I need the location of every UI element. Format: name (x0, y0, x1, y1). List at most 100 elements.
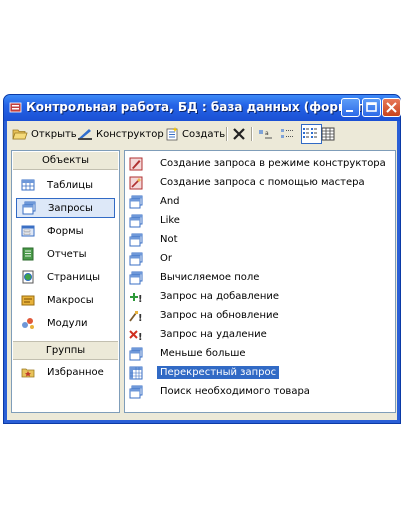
wizard-design-icon (129, 157, 143, 170)
details-view-icon (321, 127, 335, 141)
list-item-label: Создание запроса в режиме конструктора (160, 158, 386, 169)
page-icon (22, 270, 34, 284)
list-item-label: Запрос на удаление (160, 329, 267, 340)
window-client: Открыть Конструктор Создать a Объекты Та… (7, 121, 397, 420)
designer-button[interactable]: Конструктор (77, 125, 164, 143)
query-icon (129, 271, 143, 284)
list-item[interactable]: Создание запроса в режиме конструктора (129, 155, 389, 172)
update-query-icon: ! (129, 310, 143, 323)
list-item[interactable]: And (129, 193, 183, 210)
title-bar[interactable]: Контрольная работа, БД : база данных (фо… (4, 95, 401, 121)
toolbar: Открыть Конструктор Создать a (7, 121, 397, 147)
maximize-button[interactable] (362, 98, 381, 117)
object-label: Таблицы (47, 179, 93, 191)
svg-text:!: ! (138, 294, 143, 304)
database-window: Контрольная работа, БД : база данных (фо… (3, 94, 401, 424)
window-title: Контрольная работа, БД : база данных (фо… (26, 100, 381, 114)
small-icons-icon (281, 129, 293, 138)
module-icon (22, 318, 34, 329)
object-pages[interactable]: Страницы (16, 267, 115, 287)
list-item[interactable]: Поиск необходимого товара (129, 383, 313, 400)
toolbar-separator (251, 127, 253, 141)
list-item-label: Поиск необходимого товара (160, 386, 310, 397)
list-item[interactable]: ! Запрос на удаление (129, 326, 270, 343)
toolbar-separator (226, 127, 228, 141)
create-button[interactable]: Создать (165, 125, 225, 143)
object-label: Макросы (47, 294, 94, 306)
new-object-icon (166, 127, 178, 141)
query-icon (129, 347, 143, 360)
delete-button[interactable] (232, 125, 249, 143)
close-button[interactable] (382, 98, 401, 117)
small-icons-button[interactable] (279, 125, 298, 143)
minimize-icon (346, 110, 353, 112)
list-item-label: Меньше больше (160, 348, 246, 359)
query-icon (129, 214, 143, 227)
group-favorites[interactable]: Избранное (16, 362, 115, 382)
object-label: Модули (47, 317, 88, 329)
query-icon (129, 195, 143, 208)
list-item[interactable]: Not (129, 231, 181, 248)
list-item-label: Like (160, 215, 180, 226)
list-item-label: Not (160, 234, 178, 245)
object-bar: Объекты Таблицы Запросы Формы Отчеты Стр… (11, 150, 120, 413)
crosstab-query-icon (129, 366, 143, 379)
objects-header[interactable]: Объекты (13, 152, 118, 170)
large-icons-button[interactable]: a (257, 125, 276, 143)
svg-text:!: ! (138, 313, 143, 323)
list-item-selected[interactable]: Перекрестный запрос (129, 364, 280, 381)
database-icon (9, 102, 22, 113)
list-item[interactable]: ! Запрос на обновление (129, 307, 282, 324)
object-reports[interactable]: Отчеты (16, 244, 115, 264)
details-view-button[interactable] (321, 125, 338, 143)
list-view-button[interactable] (301, 124, 322, 144)
wizard-icon (129, 176, 143, 189)
designer-label: Конструктор (96, 128, 164, 140)
object-macros[interactable]: Макросы (16, 290, 115, 310)
list-item[interactable]: Вычисляемое поле (129, 269, 262, 286)
delete-query-icon: ! (129, 329, 143, 342)
large-icons-icon: a (259, 130, 272, 139)
maximize-icon (366, 102, 377, 112)
object-label: Страницы (47, 271, 101, 283)
list-item-label: Or (160, 253, 172, 264)
table-icon (21, 179, 35, 191)
query-icon (129, 385, 143, 398)
object-label: Запросы (48, 202, 93, 214)
open-button[interactable]: Открыть (12, 125, 77, 143)
object-modules[interactable]: Модули (16, 313, 115, 333)
create-label: Создать (182, 128, 226, 140)
svg-text:a: a (265, 130, 269, 137)
form-icon (21, 225, 35, 237)
open-label: Открыть (31, 128, 77, 140)
list-item-label: Вычисляемое поле (160, 272, 260, 283)
list-view-icon (303, 128, 317, 138)
macro-icon (21, 295, 35, 306)
list-item[interactable]: Создание запроса с помощью мастера (129, 174, 368, 191)
report-icon (22, 247, 34, 261)
minimize-button[interactable] (341, 98, 360, 117)
list-item[interactable]: Or (129, 250, 175, 267)
list-item-label: Перекрестный запрос (157, 366, 280, 379)
list-item-label: Запрос на обновление (160, 310, 279, 321)
query-list: Создание запроса в режиме конструктора С… (124, 150, 396, 413)
query-icon (129, 233, 143, 246)
list-item-label: Запрос на добавление (160, 291, 280, 302)
append-query-icon: ! (130, 292, 143, 304)
object-forms[interactable]: Формы (16, 221, 115, 241)
query-icon (22, 201, 36, 215)
group-label: Избранное (47, 366, 104, 378)
list-item[interactable]: Like (129, 212, 183, 229)
open-folder-icon (12, 129, 28, 140)
list-item-label: Создание запроса с помощью мастера (160, 177, 365, 188)
close-icon (386, 102, 397, 113)
groups-header[interactable]: Группы (13, 341, 118, 360)
favorites-icon (21, 368, 35, 378)
object-label: Формы (47, 225, 84, 237)
query-icon (129, 252, 143, 265)
object-queries[interactable]: Запросы (16, 198, 115, 218)
object-label: Отчеты (47, 248, 87, 260)
list-item[interactable]: Меньше больше (129, 345, 249, 362)
list-item[interactable]: ! Запрос на добавление (129, 288, 282, 305)
object-tables[interactable]: Таблицы (16, 175, 115, 195)
